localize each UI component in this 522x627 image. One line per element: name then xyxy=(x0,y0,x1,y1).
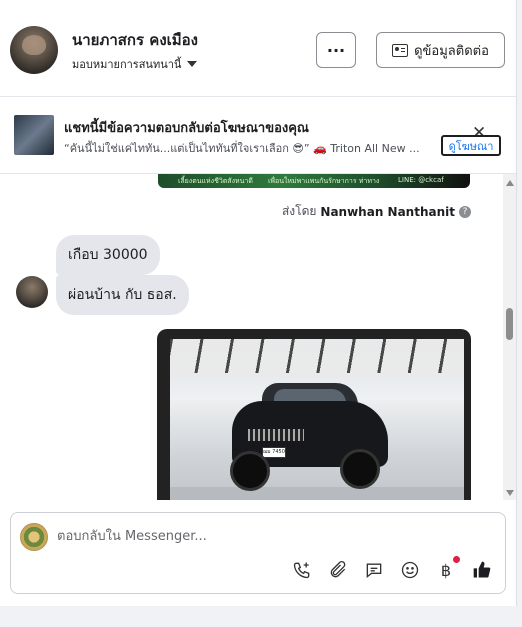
phone-plus-icon[interactable] xyxy=(291,559,313,581)
thread-scrollbar[interactable] xyxy=(503,174,516,500)
conversation-panel: นายภาสกร คงเมือง มอบหมายการสนทนานี้ ··· … xyxy=(0,0,517,606)
image-attachment[interactable]: ฌม 7450 xyxy=(157,329,471,500)
baht-glyph: ฿ xyxy=(440,560,452,580)
contact-card-icon xyxy=(392,43,409,57)
help-icon[interactable]: ? xyxy=(459,205,471,218)
prev-image-text-3: LINE: @ckcaf xyxy=(398,176,444,184)
sent-by-prefix: ส่งโดย xyxy=(281,204,317,218)
view-contact-button[interactable]: ดูข้อมูลติดต่อ xyxy=(376,32,505,68)
showroom-floor xyxy=(170,487,464,500)
customer-avatar[interactable] xyxy=(10,26,58,74)
page-avatar xyxy=(20,523,48,551)
thumbs-up-icon[interactable] xyxy=(471,559,493,581)
more-options-button[interactable]: ··· xyxy=(316,32,356,68)
conversation-header: นายภาสกร คงเมือง มอบหมายการสนทนานี้ ··· … xyxy=(0,0,516,97)
paperclip-icon[interactable] xyxy=(327,559,349,581)
ad-banner-title: แชทนี้มีข้อความตอบกลับต่อโฆษณาของคุณ xyxy=(64,121,309,136)
caret-down-icon xyxy=(187,61,198,67)
previous-image-attachment[interactable]: เลี้ยงตนแห่งชีวิตสังหนาดี เพื่อนใหม่พาแพ… xyxy=(158,174,470,188)
sender-avatar xyxy=(16,276,48,308)
message-bubble[interactable]: ผ่อนบ้าน กับ ธอส. xyxy=(56,275,189,315)
customer-name[interactable]: นายภาสกร คงเมือง xyxy=(72,28,198,52)
ad-banner-text: “คันนี้ไม่ใช่แค่ไททัน...แต่เป็นไททันที่ใ… xyxy=(64,142,420,155)
view-contact-label: ดูข้อมูลติดต่อ xyxy=(414,43,489,59)
baht-icon[interactable]: ฿ xyxy=(435,556,460,581)
composer-tools: ฿ xyxy=(291,556,493,581)
prev-image-text-1: เลี้ยงตนแห่งชีวิตสังหนาดี xyxy=(178,177,253,185)
ad-thumbnail xyxy=(14,115,54,155)
scroll-up-arrow-icon[interactable] xyxy=(506,180,514,186)
scroll-thumb[interactable] xyxy=(506,308,513,340)
notification-dot xyxy=(453,556,460,563)
assign-conversation-dropdown[interactable]: มอบหมายการสนทนานี้ xyxy=(72,55,198,73)
chat-bubble-icon[interactable] xyxy=(363,559,385,581)
wheel xyxy=(230,451,270,491)
truck-photo: ฌม 7450 xyxy=(170,339,464,500)
message-thread: เลี้ยงตนแห่งชีวิตสังหนาดี เพื่อนใหม่พาแพ… xyxy=(0,174,503,500)
scroll-down-arrow-icon[interactable] xyxy=(506,490,514,496)
reply-input[interactable] xyxy=(57,525,477,547)
view-ad-button[interactable]: ดูโฆษณา xyxy=(441,135,501,156)
message-bubble[interactable]: เกือบ 30000 xyxy=(56,235,160,275)
sent-by-label: ส่งโดย Nanwhan Nanthanit ? xyxy=(282,202,471,221)
bottom-strip xyxy=(0,606,522,627)
sent-by-name: Nanwhan Nanthanit xyxy=(320,204,455,219)
reply-composer: ฿ xyxy=(10,512,506,594)
ad-reply-banner: แชทนี้มีข้อความตอบกลับต่อโฆษณาของคุณ “คั… xyxy=(0,97,516,174)
assign-label: มอบหมายการสนทนานี้ xyxy=(72,58,182,71)
showroom-ceiling xyxy=(170,339,464,373)
wheel xyxy=(340,449,380,489)
smiley-icon[interactable] xyxy=(399,559,421,581)
license-plate: ฌม 7450 xyxy=(262,447,286,458)
truck-grille xyxy=(248,429,304,441)
prev-image-text-2: เพื่อนใหม่พาแพนกันรักษาการ ท่าทาง xyxy=(268,177,380,185)
